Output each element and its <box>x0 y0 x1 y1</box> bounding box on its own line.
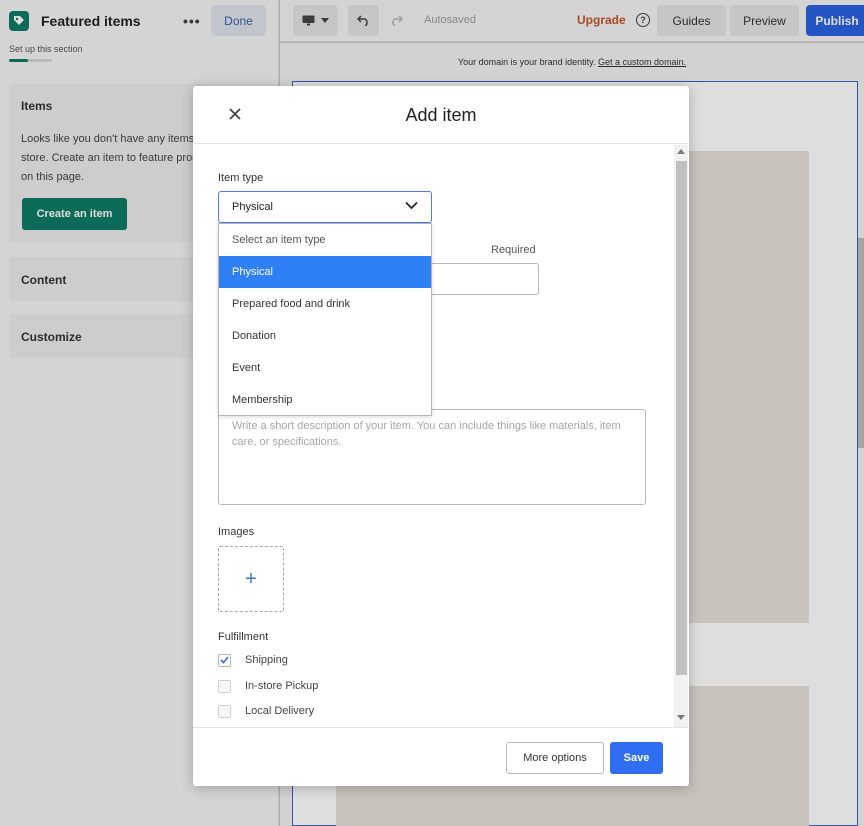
scroll-up-arrow-icon[interactable] <box>677 149 685 154</box>
item-type-value: Physical <box>232 201 273 213</box>
modal-footer: More options Save <box>193 727 689 786</box>
plus-icon: + <box>245 567 257 590</box>
item-name-input[interactable] <box>429 263 539 295</box>
dropdown-option[interactable]: Donation <box>219 320 431 352</box>
add-item-modal: Add item Item type Physical Required Wri… <box>193 86 689 786</box>
item-type-select[interactable]: Physical <box>218 191 432 223</box>
save-button[interactable]: Save <box>610 742 663 774</box>
more-options-button[interactable]: More options <box>506 742 604 774</box>
shipping-checkbox[interactable] <box>218 653 231 667</box>
local-delivery-checkbox[interactable] <box>218 704 231 718</box>
local-delivery-label: Local Delivery <box>245 705 315 717</box>
modal-scrollbar[interactable] <box>674 145 688 727</box>
dropdown-option[interactable]: Event <box>219 352 431 384</box>
description-placeholder: Write a short description of your item. … <box>232 420 621 448</box>
images-label: Images <box>218 526 255 538</box>
dropdown-option[interactable]: Select an item type <box>219 224 431 256</box>
dropdown-option-selected[interactable]: Physical <box>219 256 431 288</box>
scrollbar-thumb[interactable] <box>676 161 687 675</box>
checkmark-icon <box>220 656 229 664</box>
fulfillment-label: Fulfillment <box>218 631 269 643</box>
item-type-dropdown: Select an item type Physical Prepared fo… <box>218 223 432 416</box>
modal-body: Item type Physical Required Write a shor… <box>193 145 689 727</box>
modal-header: Add item <box>193 86 689 144</box>
description-textarea[interactable]: Write a short description of your item. … <box>218 409 646 505</box>
modal-title: Add item <box>405 105 477 125</box>
local-delivery-option[interactable]: Local Delivery <box>218 703 314 719</box>
shipping-option[interactable]: Shipping <box>218 652 288 668</box>
shipping-label: Shipping <box>245 654 288 666</box>
required-label: Required <box>491 244 536 256</box>
scroll-down-arrow-icon[interactable] <box>677 715 685 720</box>
chevron-down-icon <box>405 201 418 210</box>
in-store-pickup-label: In-store Pickup <box>245 680 319 692</box>
dropdown-option[interactable]: Prepared food and drink <box>219 288 431 320</box>
add-image-button[interactable]: + <box>218 546 284 612</box>
item-type-label: Item type <box>218 172 264 184</box>
in-store-pickup-checkbox[interactable] <box>218 679 231 693</box>
dropdown-option[interactable]: Membership <box>219 384 431 416</box>
in-store-pickup-option[interactable]: In-store Pickup <box>218 678 318 694</box>
